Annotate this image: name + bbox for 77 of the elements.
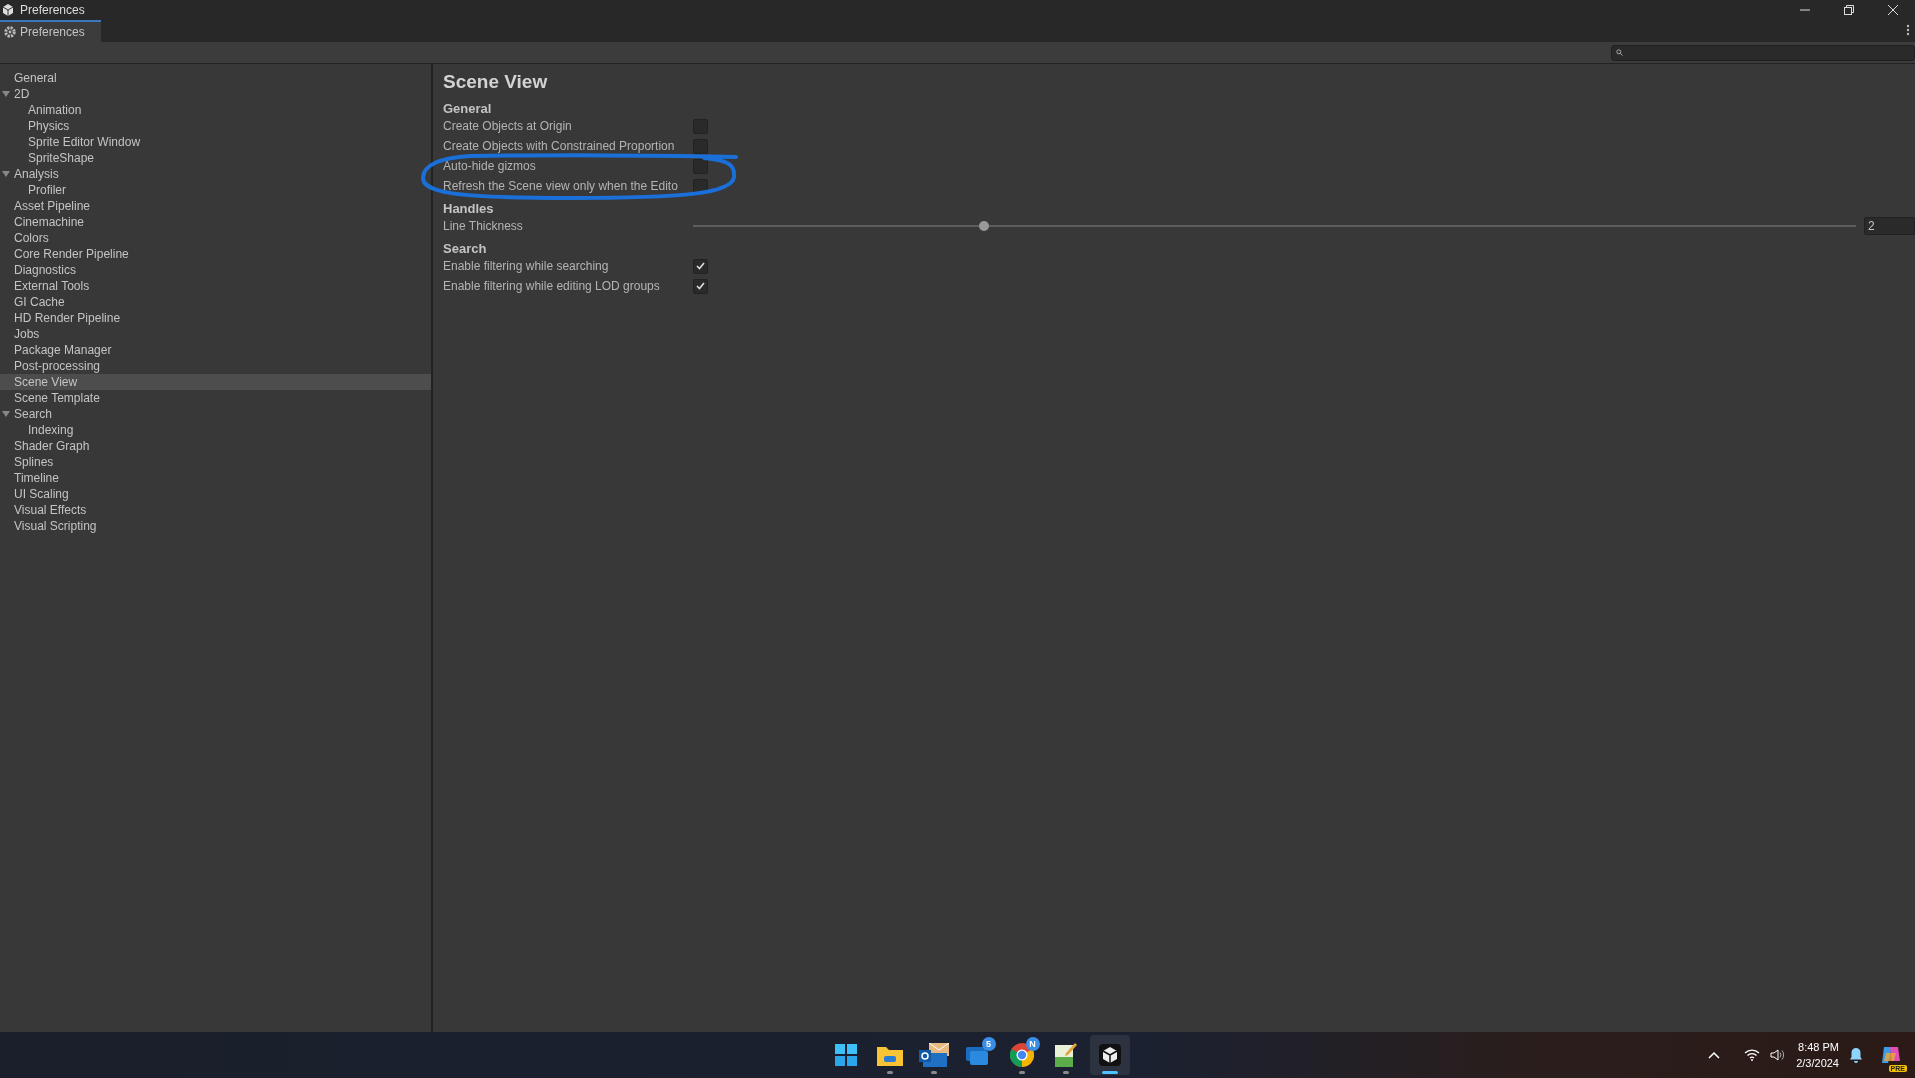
setting-label: Line Thickness [443, 219, 524, 233]
search-icon [1616, 49, 1623, 56]
setting-label: Enable filtering while editing LOD groups [443, 279, 661, 293]
sidebar-item[interactable]: Animation [0, 102, 431, 118]
tab[interactable]: Preferences [0, 20, 101, 42]
gear-icon [4, 26, 16, 38]
sidebar-item[interactable]: Sprite Editor Window [0, 134, 431, 150]
window-title: Preferences [20, 3, 85, 17]
sidebar-item[interactable]: Diagnostics [0, 262, 431, 278]
clock[interactable]: 8:48 PM 2/3/2024 [1796, 1039, 1839, 1071]
sidebar-item[interactable]: Shader Graph [0, 438, 431, 454]
notepad-icon [1054, 1043, 1077, 1067]
search-field[interactable] [1611, 44, 1915, 61]
sidebar-item[interactable]: Visual Effects [0, 502, 431, 518]
notification-badge: 5 [981, 1037, 996, 1051]
more-options-icon[interactable] [1906, 24, 1910, 36]
setting-label: Create Objects with Constrained Proportion [443, 139, 676, 153]
sidebar-item[interactable]: Search [0, 406, 431, 422]
wifi-icon[interactable] [1744, 1049, 1761, 1061]
mail-icon [918, 1043, 949, 1067]
close-icon [1888, 5, 1898, 15]
time-text: 8:48 PM [1798, 1040, 1839, 1055]
sidebar-item[interactable]: Physics [0, 118, 431, 134]
windows-start-icon [834, 1044, 857, 1066]
checkbox[interactable] [693, 158, 708, 174]
sidebar-item[interactable]: Colors [0, 230, 431, 246]
chevron-up-icon[interactable] [1708, 1051, 1721, 1059]
page-title: Scene View [443, 70, 549, 94]
sidebar-item[interactable]: Asset Pipeline [0, 198, 431, 214]
browser-icon [1009, 1043, 1034, 1067]
checkmark-icon [696, 282, 705, 290]
expanded-triangle-icon[interactable] [2, 170, 10, 178]
setting-label: Refresh the Scene view only when the Edito [443, 179, 679, 193]
slider-thumb[interactable] [978, 221, 989, 231]
setting-label: Auto-hide gizmos [443, 159, 537, 173]
restore-icon [1844, 5, 1854, 15]
sidebar-item[interactable]: HD Render Pipeline [0, 310, 431, 326]
cube-logo-icon [1098, 1044, 1121, 1066]
date-text: 2/3/2024 [1796, 1056, 1839, 1071]
sidebar-item[interactable]: 2D [0, 86, 431, 102]
checkbox[interactable] [693, 278, 708, 294]
expanded-triangle-icon[interactable] [2, 410, 10, 418]
sidebar-item[interactable]: Scene View [0, 374, 431, 390]
number-field[interactable]: 2 [1864, 217, 1915, 235]
setting-label: Enable filtering while searching [443, 259, 610, 273]
sidebar-item[interactable]: Jobs [0, 326, 431, 342]
section-heading: Handles [443, 200, 495, 216]
folder-icon [876, 1044, 903, 1066]
expanded-triangle-icon[interactable] [2, 90, 10, 98]
speaker-icon[interactable] [1770, 1049, 1787, 1061]
notification-badge: N [1025, 1037, 1040, 1051]
taskbar-app[interactable] [1089, 1035, 1130, 1075]
sidebar-item[interactable]: Visual Scripting [0, 518, 431, 534]
sidebar-item[interactable]: Post-processing [0, 358, 431, 374]
sidebar-item[interactable]: Timeline [0, 470, 431, 486]
sidebar-item[interactable]: External Tools [0, 278, 431, 294]
sidebar-item[interactable]: Cinemachine [0, 214, 431, 230]
bell-icon[interactable] [1849, 1047, 1863, 1063]
setting-label: Create Objects at Origin [443, 119, 573, 133]
sidebar-item[interactable]: Package Manager [0, 342, 431, 358]
chat-icon [965, 1045, 990, 1065]
sidebar-item[interactable]: Splines [0, 454, 431, 470]
checkmark-icon [696, 262, 705, 270]
sidebar-item[interactable]: Scene Template [0, 390, 431, 406]
checkbox[interactable] [693, 258, 708, 274]
checkbox[interactable] [693, 138, 708, 154]
sidebar-item[interactable]: Indexing [0, 422, 431, 438]
sidebar-item[interactable]: GI Cache [0, 294, 431, 310]
section-heading: General [443, 100, 493, 116]
sidebar-item[interactable]: Core Render Pipeline [0, 246, 431, 262]
sidebar-item[interactable]: UI Scaling [0, 486, 431, 502]
sidebar-item[interactable]: SpriteShape [0, 150, 431, 166]
sidebar-item[interactable]: General [0, 70, 431, 86]
section-heading: Search [443, 240, 488, 256]
sidebar-item[interactable]: Analysis [0, 166, 431, 182]
assistant-logo-icon [1880, 1045, 1902, 1065]
sidebar-item[interactable]: Profiler [0, 182, 431, 198]
